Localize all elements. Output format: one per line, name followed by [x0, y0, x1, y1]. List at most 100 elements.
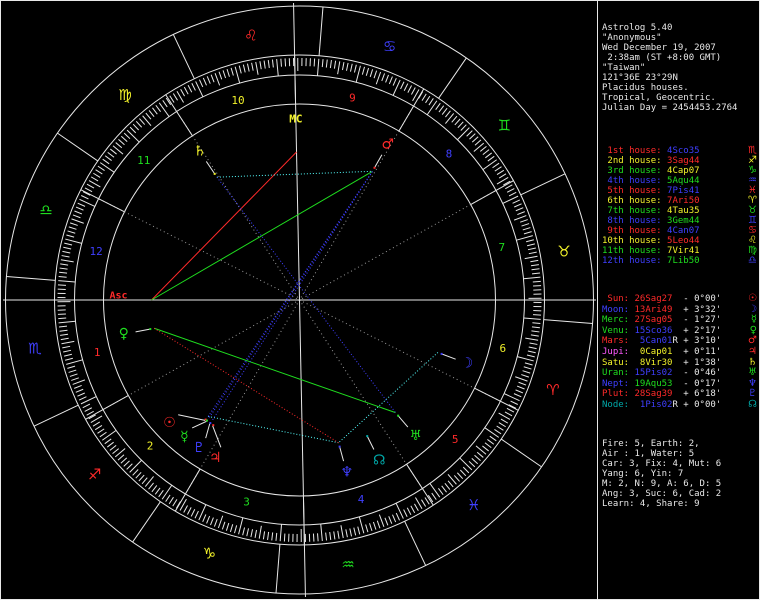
planet-label: Sun:: [602, 294, 635, 304]
degree-tick: [112, 448, 120, 455]
degree-tick: [271, 59, 274, 68]
pluto-glyph: ♇: [193, 440, 206, 456]
degree-tick: [516, 235, 533, 241]
degree-tick: [524, 255, 538, 260]
house-label: 3rd house:: [602, 166, 668, 176]
planet-row-☊: Node: 1Pis02 R + 0°00' ☊: [602, 398, 757, 411]
degree-tick: [485, 152, 493, 159]
planet-label: Nept:: [602, 378, 635, 389]
degree-tick: [115, 142, 123, 149]
house-cusp-6: [474, 387, 519, 411]
degree-tick: [337, 530, 340, 539]
degree-tick: [276, 59, 279, 77]
stats-line-6: Learn: 4, Share: 9: [602, 499, 757, 509]
degree-tick: [267, 531, 270, 540]
degree-tick: [217, 515, 224, 529]
mercury-pointer: [191, 420, 207, 429]
degree-tick: [229, 524, 234, 533]
saturn-glyph: ♄: [193, 143, 206, 159]
uranus-pointer: [398, 416, 409, 428]
degree-tick: [132, 469, 139, 476]
house-number-10: 10: [231, 94, 244, 107]
degree-tick: [515, 389, 524, 394]
sign-boundary: [318, 6, 324, 56]
degree-tick: [60, 263, 69, 266]
degree-tick: [531, 272, 541, 275]
degree-tick: [487, 439, 495, 445]
house-number-4: 4: [358, 493, 365, 506]
sign-boundary: [172, 34, 195, 79]
degree-tick: [361, 66, 365, 75]
sun-pointer: [178, 414, 206, 421]
degree-tick: [107, 152, 115, 158]
degree-tick: [75, 206, 84, 211]
chart-wheel: ♈♉♊♋♌♍♎♏♐♑♒♓123 456789101112☉☽☿♀♂♃♄♅♆♇☊As…: [3, 2, 596, 598]
degree-tick: [345, 529, 348, 538]
degree-tick: [445, 110, 451, 118]
degree-tick: [68, 226, 77, 230]
sign-boundary: [6, 276, 56, 281]
planet-row-♇: Plut: 28Sag39 + 6°18' ♇: [602, 389, 757, 400]
house-row-12: 12th house: 7Lib50 ♎: [602, 256, 757, 267]
house-cusp-value: 7Lib50: [667, 256, 700, 266]
planet-row-☉: Sun: 26Sag27 - 0°00' ☉: [602, 294, 757, 305]
degree-tick: [60, 333, 69, 336]
house-cusp-value: 3Gem44: [667, 216, 700, 226]
planet-icon: ♆: [748, 377, 757, 389]
degree-tick: [58, 317, 67, 320]
planet-velocity: + 2°17': [677, 325, 722, 336]
degree-tick: [515, 376, 528, 382]
degree-tick: [69, 373, 78, 377]
degree-tick: [97, 165, 105, 171]
house-number-3: 3: [243, 496, 250, 509]
degree-tick: [373, 70, 378, 79]
degree-tick: [106, 441, 114, 448]
aspect-sun-sextile-neptune: [208, 415, 339, 444]
house-row-7: 7th house: 4Tau35 ♉: [602, 206, 757, 217]
house-number-5: 5: [452, 433, 459, 446]
degree-tick: [528, 346, 537, 350]
header-line-5-text: 121°36E 23°29N: [602, 73, 678, 83]
degree-tick: [459, 457, 473, 471]
degree-tick: [372, 521, 377, 530]
degree-tick: [151, 485, 158, 493]
degree-tick: [421, 499, 427, 507]
planet-icon: ☊: [748, 398, 757, 410]
degree-tick: [530, 259, 539, 263]
asc-label: Asc: [109, 291, 127, 302]
degree-tick: [138, 474, 145, 482]
house-number-7: 7: [498, 241, 505, 254]
degree-tick: [230, 67, 234, 76]
degree-tick: [242, 527, 246, 536]
degree-tick: [441, 107, 448, 115]
planet-icon: ♅: [748, 367, 757, 379]
degree-tick: [60, 259, 74, 263]
degree-tick: [329, 60, 332, 69]
sign-boundary: [404, 521, 427, 566]
neptune-glyph: ♆: [340, 465, 353, 481]
degree-tick: [135, 471, 142, 479]
sun-glyph: ☉: [163, 415, 176, 431]
stats-line-4: M: 2, N: 9, A: 6, D: 5: [602, 479, 757, 489]
house-number-6: 6: [500, 342, 507, 355]
degree-tick: [365, 524, 369, 533]
degree-tick: [523, 231, 532, 235]
degree-tick: [97, 428, 105, 434]
planet-icon: ♂: [748, 335, 757, 347]
degree-tick: [482, 159, 498, 171]
degree-tick: [375, 71, 382, 85]
degree-tick: [129, 459, 142, 473]
degree-tick: [530, 334, 539, 337]
jupiter-pointer: [212, 425, 222, 448]
degree-tick: [61, 340, 75, 345]
degree-tick: [101, 429, 117, 441]
degree-tick: [145, 112, 152, 120]
degree-tick: [218, 71, 223, 80]
degree-tick: [202, 77, 207, 86]
element-statistics: Fire: 5, Earth: 2, Air : 1, Water: 5 Car: …: [602, 439, 757, 509]
degree-tick: [81, 195, 89, 200]
header-line-6-text: Placidus houses.: [602, 83, 689, 93]
degree-tick: [532, 280, 541, 283]
degree-tick: [222, 70, 227, 79]
planet-label: Satu:: [602, 357, 635, 368]
